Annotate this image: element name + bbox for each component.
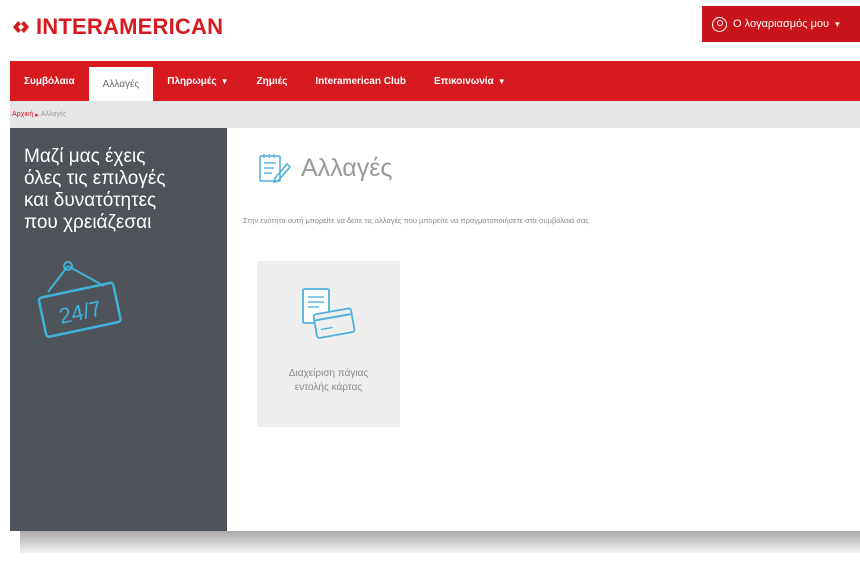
promo-line: που χρειάζεσαι — [24, 212, 152, 233]
user-icon — [712, 16, 727, 32]
nav-item-label: Interamerican Club — [315, 75, 406, 87]
top-header: INTERAMERICAN Ο λογαριασμός μου ▾ — [10, 6, 860, 58]
chevron-down-icon: ▼ — [220, 76, 229, 86]
promo-line: και δυνατότητες — [24, 190, 157, 211]
chevron-down-icon: ▼ — [497, 76, 506, 86]
nav-item-label: Πληρωμές — [167, 75, 217, 87]
breadcrumb-home[interactable]: Αρχική — [12, 111, 33, 118]
breadcrumb-current: Αλλαγές — [40, 111, 67, 118]
nav-item-label: Ζημιές — [256, 75, 288, 87]
logo[interactable]: INTERAMERICAN — [10, 14, 223, 40]
brand-name: INTERAMERICAN — [36, 14, 224, 39]
page: INTERAMERICAN Ο λογαριασμός μου ▾ Συμβόλ… — [10, 6, 860, 531]
section-description: Στην ενότητα αυτή μπορείτε να δείτε τις … — [243, 216, 589, 225]
promo-text: Μαζί μας έχεις όλες τις επιλογές και δυν… — [24, 146, 224, 234]
edit-document-icon — [259, 154, 291, 184]
nav-item-claims[interactable]: Ζημιές — [243, 61, 302, 101]
main-nav: Συμβόλαια Αλλαγές Πληρωμές ▼ Ζημιές Inte… — [10, 61, 860, 101]
tile-label: Διαχείριση πάγιας εντολής κάρτας — [257, 367, 400, 395]
nav-item-label: Αλλαγές — [102, 78, 140, 90]
breadcrumb: Αρχική ▸ Αλλαγές — [10, 101, 860, 128]
account-label: Ο λογαριασμός μου — [733, 18, 830, 30]
nav-item-policies[interactable]: Συμβόλαια — [10, 61, 89, 101]
promo-line: Μαζί μας έχεις — [24, 146, 146, 167]
chevron-down-icon: ▾ — [835, 18, 840, 29]
interamerican-logo-icon — [13, 21, 29, 33]
24-7-sign-icon: 24/7 — [37, 261, 122, 338]
nav-item-label: Συμβόλαια — [24, 75, 75, 87]
tile-label-line: Διαχείριση πάγιας — [288, 368, 369, 379]
nav-item-contact[interactable]: Επικοινωνία ▼ — [420, 61, 520, 101]
page-title: Αλλαγές — [301, 153, 393, 182]
nav-item-label: Επικοινωνία — [433, 75, 494, 87]
sign-text: 24/7 — [57, 296, 104, 329]
account-menu-button[interactable]: Ο λογαριασμός μου ▾ — [702, 6, 860, 42]
nav-item-changes[interactable]: Αλλαγές — [88, 65, 154, 101]
title-row: Αλλαγές — [257, 152, 392, 184]
nav-item-club[interactable]: Interamerican Club — [301, 61, 420, 101]
page-shadow — [20, 531, 860, 553]
promo-line: όλες τις επιλογές — [24, 168, 166, 189]
nav-item-payments[interactable]: Πληρωμές ▼ — [153, 61, 242, 101]
main-content: Αλλαγές Στην ενότητα αυτή μπορείτε να δε… — [227, 128, 860, 531]
card-document-icon — [302, 288, 356, 339]
tile-label-line: εντολής κάρτας — [294, 382, 363, 393]
card-mandate-tile[interactable]: Διαχείριση πάγιας εντολής κάρτας — [257, 261, 400, 427]
breadcrumb-separator-icon: ▸ — [35, 111, 39, 119]
promo-sidebar: Μαζί μας έχεις όλες τις επιλογές και δυν… — [10, 128, 227, 531]
